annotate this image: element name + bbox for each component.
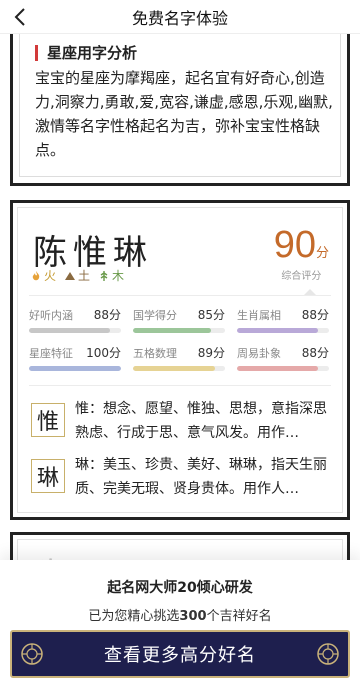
element-fire: 火 — [30, 267, 56, 284]
metric-value: 85分 — [197, 308, 225, 322]
back-arrow-icon[interactable] — [10, 6, 32, 28]
constellation-analysis-text: 宝宝的星座为摩羯座，起名宜有好奇心,创造力,洞察力,勇敢,爱,宽容,谦虚,感恩,… — [35, 69, 333, 159]
leaf-icon — [98, 270, 110, 282]
character-meaning-text: 琳：美玉、珍贵、美好、琳琳，指天生丽质、完美无瑕、贤身贵体。用作人… — [75, 457, 327, 497]
five-elements-list: 火 土 木 — [30, 267, 124, 284]
metric-bar-fill — [29, 366, 121, 371]
metric-bar-track — [237, 366, 329, 371]
metric-bar-track — [29, 366, 121, 371]
metric-bar-track — [29, 328, 121, 333]
score-unit: 分 — [315, 246, 329, 261]
element-label: 木 — [112, 269, 125, 283]
element-label: 火 — [44, 269, 57, 283]
metric-item: 周易卦象 88分 — [237, 345, 329, 375]
element-wood: 木 — [98, 267, 124, 284]
metric-item: 国学得分 85分 — [133, 307, 225, 337]
name-result-card[interactable]: 陈惟琳 火 土 木 90分 综合评分 好听内涵 88分 国学得分 85分 生肖属… — [10, 200, 350, 520]
metric-item: 星座特征 100分 — [29, 345, 121, 375]
ornament-icon — [314, 640, 342, 668]
metric-item: 好听内涵 88分 — [29, 307, 121, 337]
metric-bar-fill — [237, 366, 318, 371]
metric-bar-fill — [133, 366, 215, 371]
divider — [29, 295, 331, 296]
overall-score: 90分 综合评分 — [274, 225, 329, 282]
section-title-text: 星座用字分析 — [47, 44, 138, 62]
element-earth: 土 — [64, 267, 90, 284]
page-title: 免费名字体验 — [131, 8, 228, 28]
metric-value: 88分 — [93, 308, 121, 322]
promo-subline: 已为您精心挑选300个吉祥好名 — [0, 605, 360, 624]
section-title-accent-bar — [35, 44, 38, 61]
metric-item: 五格数理 89分 — [133, 345, 225, 375]
character-box: 琳 — [31, 459, 65, 493]
metric-label: 星座特征 — [29, 347, 73, 360]
fire-icon — [30, 270, 42, 282]
metric-bar-track — [133, 328, 225, 333]
promo-subline-prefix: 已为您精心挑选 — [88, 609, 180, 624]
bottom-promo-panel: 起名网大师20倾心研发 已为您精心挑选300个吉祥好名 查看更多高分好名 — [0, 560, 360, 685]
metric-value: 100分 — [86, 346, 121, 360]
score-value: 90 — [273, 224, 316, 266]
metric-value: 89分 — [197, 346, 225, 360]
metric-label: 周易卦象 — [237, 347, 281, 360]
divider — [29, 385, 331, 386]
element-label: 土 — [78, 269, 91, 283]
metric-label: 好听内涵 — [29, 309, 73, 322]
metric-bar-track — [237, 328, 329, 333]
metric-bar-fill — [133, 328, 212, 333]
metric-value: 88分 — [301, 346, 329, 360]
ornament-icon — [18, 640, 46, 668]
section-title: 星座用字分析 — [35, 42, 137, 63]
promo-headline: 起名网大师20倾心研发 — [107, 580, 253, 596]
metric-bar-fill — [29, 328, 110, 333]
character-meaning-text: 惟：想念、愿望、惟独、思想，意指深思熟虑、行成于思、意气风发。用作… — [75, 401, 327, 441]
metric-label: 国学得分 — [133, 309, 177, 322]
top-nav-bar: 免费名字体验 — [0, 0, 360, 34]
constellation-analysis-card: 星座用字分析 宝宝的星座为摩羯座，起名宜有好奇心,创造力,洞察力,勇敢,爱,宽容… — [10, 34, 350, 186]
character-box: 惟 — [31, 403, 65, 437]
cta-label: 查看更多高分好名 — [104, 645, 256, 666]
metric-bar-fill — [237, 328, 318, 333]
metric-bar-track — [133, 366, 225, 371]
promo-subline-suffix: 个吉祥好名 — [206, 609, 272, 624]
view-more-names-button[interactable]: 查看更多高分好名 — [10, 630, 350, 678]
score-label: 综合评分 — [281, 271, 322, 282]
character-meaning-row: 琳 琳：美玉、珍贵、美好、琳琳，指天生丽质、完美无瑕、贤身贵体。用作人… — [31, 453, 335, 501]
metric-item: 生肖属相 88分 — [237, 307, 329, 337]
mountain-icon — [64, 270, 76, 282]
character-meaning-row: 惟 惟：想念、愿望、惟独、思想，意指深思熟虑、行成于思、意气风发。用作… — [31, 397, 335, 445]
metric-label: 生肖属相 — [237, 309, 281, 322]
metric-value: 88分 — [301, 308, 329, 322]
promo-name-count: 300 — [179, 609, 207, 624]
metric-label: 五格数理 — [133, 347, 177, 360]
